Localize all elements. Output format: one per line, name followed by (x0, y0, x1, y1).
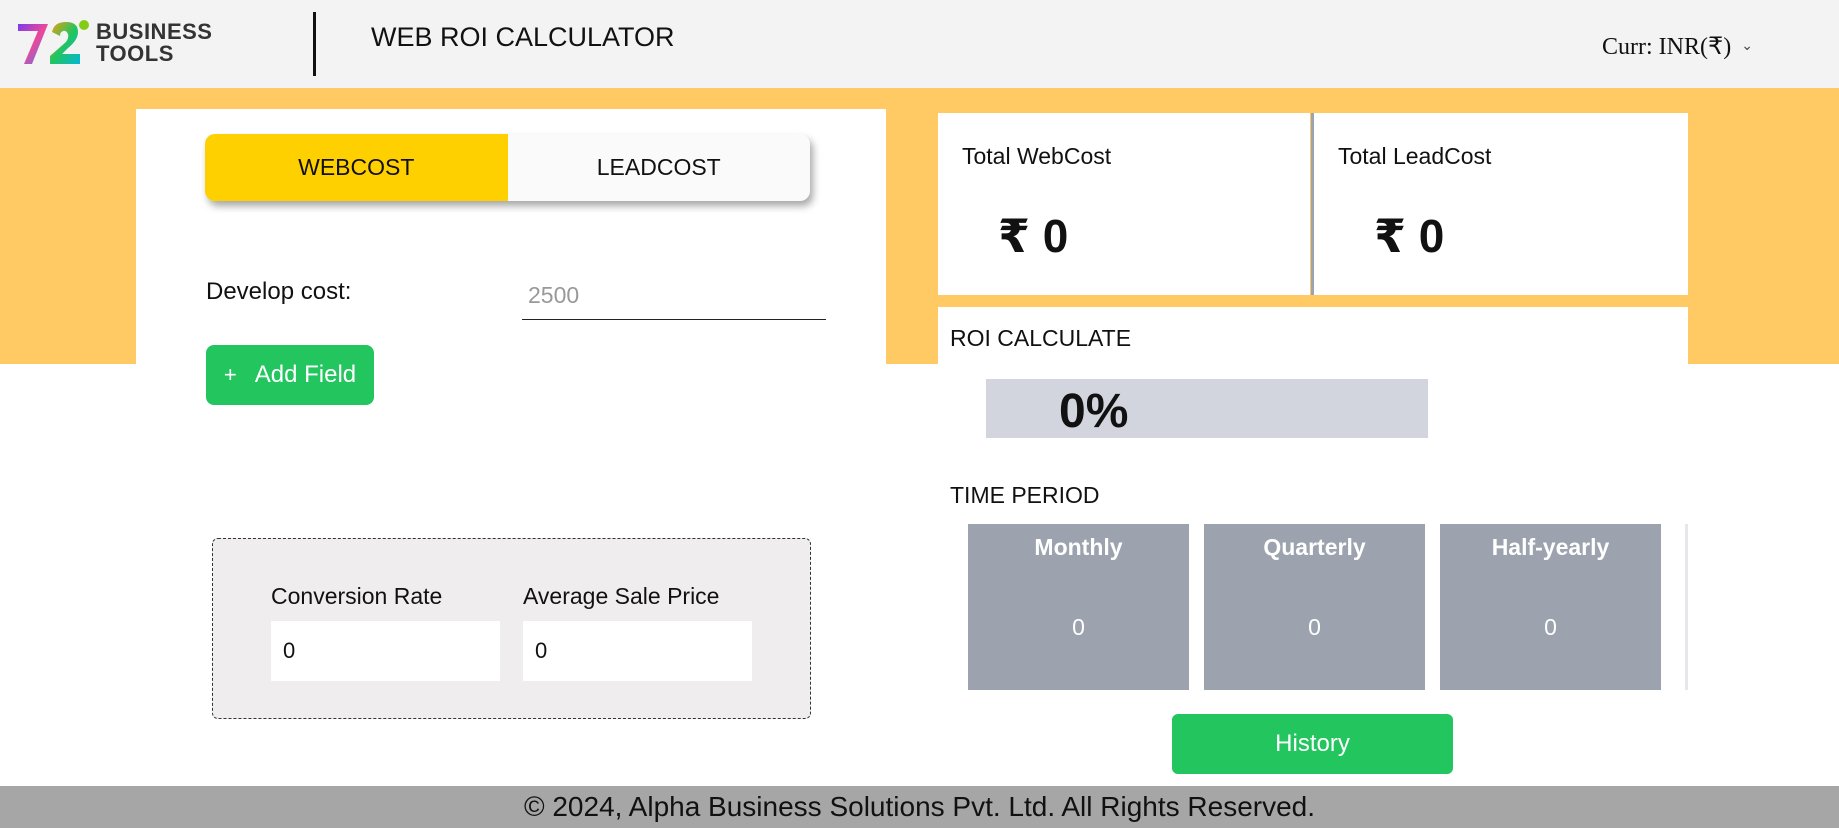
total-leadcost-value: ₹ 0 (1374, 210, 1445, 262)
history-button[interactable]: History (1172, 714, 1453, 774)
roi-result-bar (986, 379, 1428, 438)
logo-text-line2: TOOLS (96, 41, 174, 66)
average-sale-price-input[interactable] (523, 621, 752, 681)
chevron-down-icon: ⌄ (1741, 39, 1753, 54)
period-name: Half-yearly (1491, 534, 1610, 560)
conversion-rate-input[interactable] (271, 621, 500, 681)
period-tile-monthly[interactable]: Monthly 0 (968, 524, 1189, 690)
period-name: Monthly (1034, 534, 1123, 560)
plus-icon: + (223, 362, 237, 387)
develop-cost-label: Develop cost: (206, 278, 352, 305)
conversion-box: Conversion Rate Average Sale Price (212, 538, 811, 719)
period-value: 0 (1072, 614, 1085, 640)
add-field-label: Add Field (254, 361, 357, 388)
average-sale-price-label: Average Sale Price (523, 583, 720, 609)
develop-cost-input[interactable] (522, 272, 826, 320)
period-value: 0 (1544, 614, 1557, 640)
currency-label: Curr: INR(₹) (1602, 34, 1732, 60)
period-scroll-edge (1685, 524, 1688, 690)
tab-webcost[interactable]: WEBCOST (205, 134, 508, 201)
add-field-button[interactable]: + Add Field (206, 345, 374, 405)
total-leadcost-card: Total LeadCost ₹ 0 (1314, 113, 1688, 295)
time-period-label: TIME PERIOD (950, 482, 1100, 508)
header-divider (313, 12, 316, 76)
roi-label: ROI CALCULATE (950, 325, 1132, 351)
logo[interactable]: BUSINESS TOOLS (16, 18, 212, 68)
roi-value: 0% (1059, 385, 1129, 438)
tab-leadcost[interactable]: LEADCOST (508, 134, 811, 201)
period-tile-quarterly[interactable]: Quarterly 0 (1204, 524, 1425, 690)
total-webcost-label: Total WebCost (962, 143, 1112, 169)
cost-tabs: WEBCOST LEADCOST (205, 134, 810, 201)
currency-selector[interactable]: Curr: INR(₹) ⌄ (1602, 32, 1753, 61)
conversion-rate-label: Conversion Rate (271, 583, 443, 609)
page-title: WEB ROI CALCULATOR (371, 22, 675, 52)
logo-wordmark: BUSINESS TOOLS (96, 21, 212, 65)
footer-copyright: © 2024, Alpha Business Solutions Pvt. Lt… (0, 786, 1839, 828)
period-name: Quarterly (1263, 534, 1366, 560)
logo-mark-icon (16, 18, 90, 68)
logo-text-line1: BUSINESS (96, 19, 213, 44)
period-tile-half-yearly[interactable]: Half-yearly 0 (1440, 524, 1661, 690)
period-value: 0 (1308, 614, 1321, 640)
total-leadcost-label: Total LeadCost (1338, 143, 1492, 169)
total-webcost-card: Total WebCost ₹ 0 (938, 113, 1310, 295)
total-webcost-value: ₹ 0 (998, 210, 1069, 262)
top-header: BUSINESS TOOLS WEB ROI CALCULATOR Curr: … (0, 0, 1839, 88)
